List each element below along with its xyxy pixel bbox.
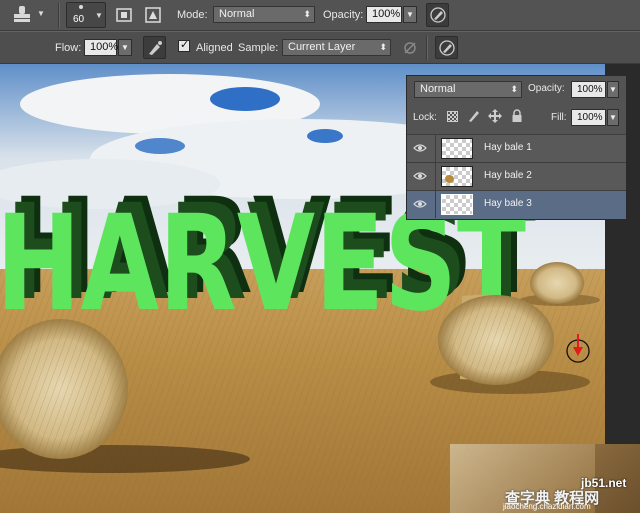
options-bar-top: ▼ 60 ▼ Mode: Normal ⬍ Opacity: 100% ▼ [0, 0, 640, 31]
move-icon [488, 109, 502, 123]
fill-input[interactable]: 100% [571, 109, 606, 126]
sample-label: Sample: [238, 42, 279, 54]
eye-icon[interactable] [413, 141, 427, 155]
mode-label: Mode: [177, 9, 208, 21]
brush-dot-icon [79, 5, 83, 9]
layers-panel: Normal ⬍ Opacity: 100% ▼ Lock: Fill: 100… [406, 75, 627, 220]
chevron-down-icon: ▼ [95, 11, 103, 20]
divider [426, 36, 428, 60]
opacity-input[interactable]: 100% [366, 6, 402, 23]
mode-dropdown[interactable]: Normal ⬍ [213, 6, 315, 23]
eye-icon[interactable] [413, 169, 427, 183]
brush-size-picker[interactable]: 60 ▼ [66, 2, 106, 28]
airbrush-button[interactable] [143, 36, 166, 59]
brush-size-value: 60 [73, 14, 85, 25]
layer-opacity-label: Opacity: [528, 83, 565, 94]
layer-name[interactable]: Hay bale 3 [484, 198, 532, 209]
divider [435, 191, 436, 218]
clone-stamp-icon [14, 6, 30, 22]
hay-bale-texture [438, 295, 554, 385]
opacity-value: 100% [372, 8, 401, 20]
lock-icon [512, 109, 522, 122]
eye-icon[interactable] [413, 197, 427, 211]
divider [435, 163, 436, 190]
flow-input[interactable]: 100% [84, 39, 119, 56]
airbrush-icon [149, 41, 162, 55]
layer-thumbnail [441, 166, 473, 187]
watermark-url: jiaocheng.chazidian.com [503, 502, 591, 511]
divider [435, 135, 436, 162]
tablet-pressure-size-button[interactable] [435, 36, 458, 59]
lock-all-button[interactable] [511, 109, 523, 123]
dropdown-arrow-icon: ⬍ [379, 42, 387, 52]
brush-icon [469, 111, 479, 122]
blue-sky-patch [307, 129, 343, 143]
lock-position-button[interactable] [488, 109, 502, 123]
opacity-label: Opacity: [323, 9, 364, 21]
fill-value: 100% [577, 112, 603, 123]
mode-value: Normal [219, 8, 255, 20]
dropdown-arrow-icon: ⬍ [510, 84, 518, 94]
layer-row[interactable]: Hay bale 2 [407, 162, 626, 190]
layer-name[interactable]: Hay bale 1 [484, 142, 532, 153]
ignore-adjustment-icon [404, 42, 416, 54]
ignore-adjustment-layers-button[interactable] [401, 39, 419, 57]
layer-thumbnail [441, 194, 473, 215]
flow-slider-button[interactable]: ▼ [118, 39, 132, 56]
options-bar-bottom: Flow: 100% ▼ ✓ Aligned Sample: Current L… [0, 31, 640, 64]
checkmark-icon: ✓ [180, 39, 190, 51]
tablet-pressure-opacity-button[interactable] [426, 3, 449, 27]
layer-opacity-slider-button[interactable]: ▼ [607, 81, 619, 98]
sample-value: Current Layer [288, 41, 356, 53]
fill-label: Fill: [551, 112, 567, 123]
blue-sky-patch [210, 87, 280, 111]
brush-panel-button[interactable] [143, 5, 163, 25]
layer-name[interactable]: Hay bale 2 [484, 170, 532, 181]
sample-dropdown[interactable]: Current Layer ⬍ [282, 39, 391, 56]
dropdown-arrow-icon: ⬍ [303, 9, 311, 19]
aligned-checkbox[interactable]: ✓ [178, 39, 190, 52]
layer-thumbnail [441, 138, 473, 159]
blue-sky-patch [135, 138, 185, 154]
hay-bale [530, 262, 584, 304]
brush-panel-icon [145, 7, 161, 23]
hay-bale-thumbnail-icon [445, 175, 454, 183]
fill-slider-button[interactable]: ▼ [607, 109, 619, 126]
pen-pressure-icon [430, 7, 446, 23]
layer-row[interactable]: Hay bale 1 [407, 134, 626, 162]
clone-source-panel-button[interactable] [114, 5, 134, 25]
tool-preset-picker[interactable]: ▼ [9, 5, 47, 26]
layer-opacity-input[interactable]: 100% [571, 81, 606, 98]
flow-value: 100% [90, 41, 119, 53]
divider [58, 3, 60, 28]
layer-opacity-value: 100% [577, 84, 603, 95]
chevron-down-icon: ▼ [37, 9, 45, 18]
aligned-label: Aligned [196, 42, 233, 54]
blend-mode-dropdown[interactable]: Normal ⬍ [414, 81, 522, 98]
flow-label: Flow: [55, 42, 82, 54]
lock-label: Lock: [413, 112, 437, 123]
clone-source-icon [116, 8, 132, 22]
layer-row-selected[interactable]: Hay bale 3 [407, 190, 626, 219]
lock-image-pixels-button[interactable] [467, 109, 481, 123]
opacity-slider-button[interactable]: ▼ [403, 6, 417, 23]
blend-mode-value: Normal [420, 83, 456, 95]
lock-transparent-pixels-button[interactable] [447, 111, 458, 122]
pen-pressure-icon [439, 40, 455, 56]
